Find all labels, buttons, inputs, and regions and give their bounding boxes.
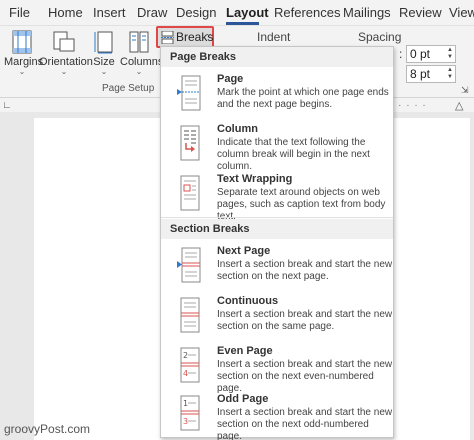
spacing-after-field[interactable]: 8 pt ▲ ▼: [406, 65, 456, 83]
menu-item-page[interactable]: Page Mark the point at which one page en…: [161, 73, 393, 121]
column-break-icon: [180, 125, 200, 161]
ruler-tab-stop-icon: △: [455, 100, 464, 112]
menu-item-description: Indicate that the text following the col…: [217, 137, 370, 172]
menu-item-next-page[interactable]: Next Page Insert a section break and sta…: [161, 245, 393, 293]
tab-draw[interactable]: Draw: [137, 5, 167, 20]
text-wrapping-icon: [180, 175, 200, 211]
spacing-before-field[interactable]: 0 pt ▲ ▼: [406, 45, 456, 63]
menu-item-even-page[interactable]: 2 4 Even Page Insert a section break and…: [161, 345, 393, 394]
even-page-icon: 2 4: [180, 347, 200, 383]
next-page-icon: [177, 247, 201, 283]
menu-item-text-wrapping[interactable]: Text Wrapping Separate text around objec…: [161, 173, 393, 222]
tab-review[interactable]: Review: [399, 5, 442, 20]
spacing-before-value: 0 pt: [410, 47, 431, 61]
spacing-label: Spacing: [358, 30, 402, 44]
tab-insert[interactable]: Insert: [93, 5, 126, 20]
chevron-down-icon: ⌄: [100, 67, 108, 76]
margins-button[interactable]: Margins ⌄: [4, 30, 43, 76]
menu-item-odd-page[interactable]: 1 3 Odd Page Insert a section break and …: [161, 393, 393, 440]
menu-item-title: Column: [217, 123, 258, 135]
tab-selector-icon[interactable]: ∟: [2, 100, 12, 111]
menu-item-title: Text Wrapping: [217, 173, 293, 185]
chevron-down-icon: ⌄: [60, 67, 68, 76]
menu-item-description: Insert a section break and start the new…: [217, 309, 393, 332]
svg-text:3: 3: [183, 417, 188, 426]
menu-item-description: Insert a section break and start the new…: [217, 259, 393, 282]
chevron-down-icon: ⌄: [205, 28, 213, 38]
indent-label: Indent: [257, 30, 291, 44]
ruler-ticks: · · · · ·: [390, 100, 427, 111]
spacing-before-colon: :: [399, 47, 403, 61]
odd-page-icon: 1 3: [180, 395, 200, 431]
breaks-icon: [161, 31, 174, 44]
tab-home[interactable]: Home: [48, 5, 83, 20]
spacing-after-value: 8 pt: [410, 67, 431, 81]
chevron-down-icon: ⌄: [18, 67, 26, 76]
page-break-icon: [177, 75, 201, 111]
active-tab-indicator: [226, 22, 259, 25]
svg-text:4: 4: [183, 369, 188, 378]
margins-icon: [12, 30, 32, 54]
menu-item-title: Next Page: [217, 245, 271, 257]
columns-icon: [129, 31, 149, 53]
tab-file[interactable]: File: [9, 5, 30, 20]
watermark-text: groovyPost.com: [4, 422, 91, 436]
menu-item-description: Mark the point at which one page ends an…: [217, 87, 389, 110]
continuous-icon: [180, 297, 200, 333]
tab-design[interactable]: Design: [176, 5, 216, 20]
menu-item-continuous[interactable]: Continuous Insert a section break and st…: [161, 295, 393, 343]
menu-item-title: Continuous: [217, 295, 279, 307]
menu-item-description: Insert a section break and start the new…: [217, 359, 393, 394]
orientation-button[interactable]: Orientation ⌄: [39, 30, 93, 76]
section-breaks-header: Section Breaks: [161, 219, 393, 239]
menu-item-column[interactable]: Column Indicate that the text following …: [161, 123, 393, 172]
columns-button[interactable]: Columns ⌄: [120, 30, 163, 76]
menu-item-title: Even Page: [217, 345, 273, 357]
orientation-icon: [53, 31, 75, 52]
svg-text:2: 2: [183, 351, 188, 360]
page-breaks-header: Page Breaks: [161, 47, 393, 67]
spinner-icon[interactable]: ▲ ▼: [447, 67, 453, 81]
menu-item-description: Insert a section break and start the new…: [217, 407, 393, 440]
svg-text:1: 1: [183, 399, 188, 408]
menu-item-title: Page: [217, 73, 244, 85]
tab-layout[interactable]: Layout: [226, 5, 269, 20]
tab-mailings[interactable]: Mailings: [343, 5, 391, 20]
menu-divider: [161, 217, 393, 218]
page-setup-group-label: Page Setup: [102, 83, 155, 94]
size-icon: [94, 31, 113, 54]
size-button[interactable]: Size ⌄: [92, 30, 116, 76]
ribbon-tab-bar: File Home Insert Draw Design Layout Refe…: [0, 0, 474, 26]
spinner-icon[interactable]: ▲ ▼: [447, 47, 453, 61]
menu-item-title: Odd Page: [217, 393, 269, 405]
chevron-down-icon: ⌄: [135, 67, 143, 76]
dialog-launcher-icon[interactable]: ⇲: [461, 85, 469, 96]
tab-references[interactable]: References: [274, 5, 340, 20]
breaks-dropdown-menu: Page Breaks Page Mark the point at which…: [160, 46, 394, 440]
tab-view[interactable]: View: [449, 5, 474, 20]
